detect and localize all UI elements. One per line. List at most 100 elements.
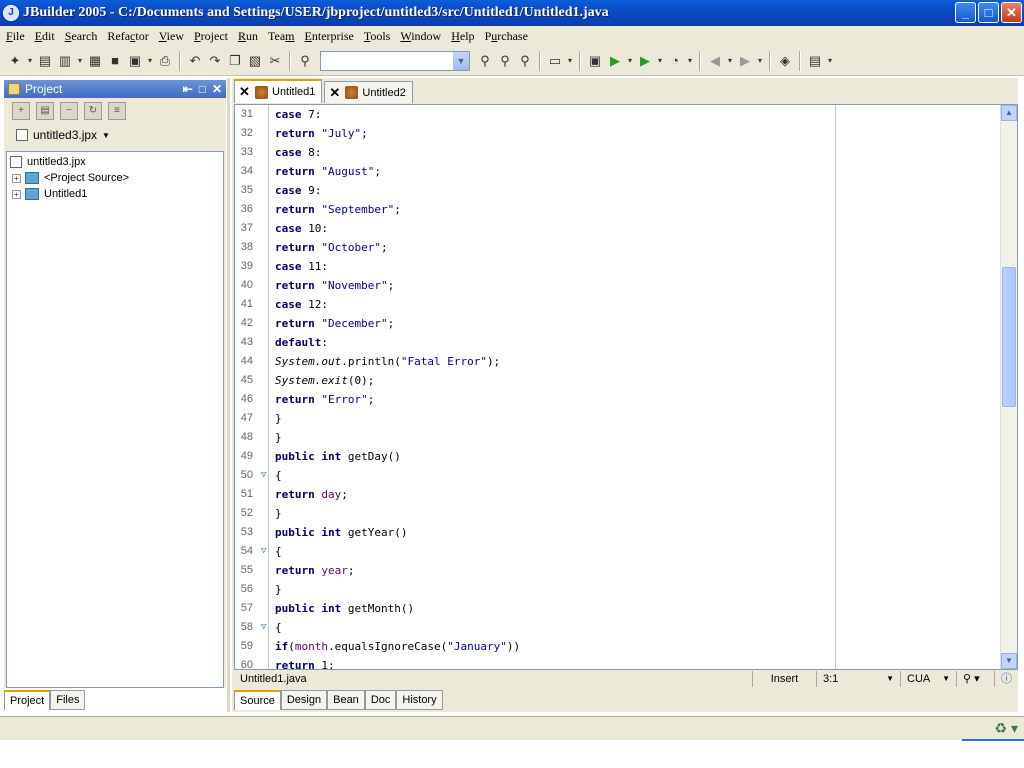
- reopen-icon[interactable]: ▦: [86, 52, 104, 70]
- layout-dropdown-icon[interactable]: ▾: [826, 52, 834, 70]
- code-line[interactable]: 35 case 9:: [235, 181, 835, 200]
- zoom-icon[interactable]: ⚲ ▾: [956, 671, 994, 687]
- save-all-icon[interactable]: ▣: [126, 52, 144, 70]
- code-line[interactable]: 57 public int getMonth(): [235, 599, 835, 618]
- menu-tools[interactable]: Tools: [360, 29, 397, 44]
- new-icon[interactable]: ✦: [6, 52, 24, 70]
- code-line[interactable]: 46 return "Error";: [235, 390, 835, 409]
- copy-icon[interactable]: ❐: [226, 52, 244, 70]
- make-icon[interactable]: ▭: [546, 52, 564, 70]
- code-line[interactable]: 48}: [235, 428, 835, 447]
- menu-project[interactable]: Project: [190, 29, 234, 44]
- dock-icon[interactable]: ⇤: [183, 82, 193, 96]
- help-book-icon[interactable]: ◈: [776, 52, 794, 70]
- refresh-icon[interactable]: ↻: [84, 102, 102, 120]
- code-line[interactable]: 42 return "December";: [235, 314, 835, 333]
- code-line[interactable]: 55 return year;: [235, 561, 835, 580]
- chevron-down-icon[interactable]: ▼: [942, 671, 950, 687]
- search-replace-icon[interactable]: ⚲: [516, 52, 534, 70]
- code-line[interactable]: 39 case 11:: [235, 257, 835, 276]
- status-cursor-position[interactable]: 3:1 ▼: [816, 671, 900, 687]
- remove-icon[interactable]: −: [60, 102, 78, 120]
- open-dropdown-icon[interactable]: ▾: [76, 52, 84, 70]
- new-dropdown-icon[interactable]: ▾: [26, 52, 34, 70]
- code-line[interactable]: 32 return "July";: [235, 124, 835, 143]
- save-dropdown-icon[interactable]: ▾: [146, 52, 154, 70]
- info-icon[interactable]: ⓘ: [994, 671, 1014, 687]
- menu-search[interactable]: Search: [61, 29, 104, 44]
- tab-doc[interactable]: Doc: [364, 690, 397, 710]
- add-files-icon[interactable]: +: [12, 102, 30, 120]
- scroll-up-icon[interactable]: ▲: [1001, 105, 1017, 121]
- vertical-scrollbar[interactable]: ▲ ▼: [1000, 105, 1017, 669]
- minimize-button[interactable]: _: [955, 2, 976, 23]
- open-project-icon[interactable]: ▤: [36, 52, 54, 70]
- code-line[interactable]: 52}: [235, 504, 835, 523]
- fold-icon[interactable]: ▽: [261, 618, 266, 637]
- menu-window[interactable]: Window: [396, 29, 447, 44]
- structure-icon[interactable]: ≡: [108, 102, 126, 120]
- tree-node-root[interactable]: untitled3.jpx: [7, 154, 223, 170]
- optimize-icon[interactable]: ◔: [666, 52, 684, 70]
- menu-enterprise[interactable]: Enterprise: [301, 29, 360, 44]
- tab-untitled2[interactable]: ✕ Untitled2: [324, 81, 413, 103]
- maximize-button[interactable]: □: [978, 2, 999, 23]
- code-line[interactable]: 53 public int getYear(): [235, 523, 835, 542]
- project-selector[interactable]: untitled3.jpx ▼: [4, 124, 226, 146]
- redo-icon[interactable]: ↷: [206, 52, 224, 70]
- menu-run[interactable]: Run: [234, 29, 264, 44]
- code-editor[interactable]: 31 case 7: 32 return "July"; 33 case 8: 34 retu…: [234, 104, 1018, 670]
- chevron-down-icon[interactable]: ▼: [102, 131, 110, 140]
- fold-icon[interactable]: ▽: [261, 466, 266, 485]
- code-line[interactable]: 31 case 7:: [235, 105, 835, 124]
- debug-dropdown-icon[interactable]: ▾: [656, 52, 664, 70]
- layout-icon[interactable]: ▤: [806, 52, 824, 70]
- find-icon[interactable]: ⚲: [296, 52, 314, 70]
- fold-icon[interactable]: ▽: [261, 542, 266, 561]
- optimize-dropdown-icon[interactable]: ▾: [686, 52, 694, 70]
- menu-help[interactable]: Help: [447, 29, 480, 44]
- close-button[interactable]: ✕: [1001, 2, 1022, 23]
- print-icon[interactable]: ⎙: [156, 52, 174, 70]
- code-line[interactable]: 49 public int getDay(): [235, 447, 835, 466]
- code-line[interactable]: 54 ▽ {: [235, 542, 835, 561]
- make-dropdown-icon[interactable]: ▾: [566, 52, 574, 70]
- chevron-down-icon[interactable]: ▼: [886, 671, 894, 687]
- code-line[interactable]: 41 case 12:: [235, 295, 835, 314]
- code-line[interactable]: 37 case 10:: [235, 219, 835, 238]
- code-line[interactable]: 33 case 8:: [235, 143, 835, 162]
- code-line[interactable]: 36 return "September";: [235, 200, 835, 219]
- code-line[interactable]: 59 if(month.equalsIgnoreCase("January")): [235, 637, 835, 656]
- menu-edit[interactable]: Edit: [31, 29, 61, 44]
- code-line[interactable]: 58 ▽ {: [235, 618, 835, 637]
- status-insert-mode[interactable]: Insert: [752, 671, 816, 687]
- status-keymap[interactable]: CUA ▼: [900, 671, 956, 687]
- debug-icon[interactable]: ▶: [636, 52, 654, 70]
- close-tab-icon[interactable]: ✕: [329, 85, 341, 101]
- open-file-icon[interactable]: ▥: [56, 52, 74, 70]
- add-folder-icon[interactable]: ▤: [36, 102, 54, 120]
- tab-bean[interactable]: Bean: [327, 690, 365, 710]
- run-config-icon[interactable]: ▣: [586, 52, 604, 70]
- code-line[interactable]: 45 System.exit(0);: [235, 371, 835, 390]
- code-line[interactable]: 34 return "August";: [235, 162, 835, 181]
- tree-node-untitled1[interactable]: + Untitled1: [7, 186, 223, 202]
- run-dropdown-icon[interactable]: ▾: [626, 52, 634, 70]
- code-line[interactable]: 51 return day;: [235, 485, 835, 504]
- tab-history[interactable]: History: [396, 690, 443, 710]
- forward-icon[interactable]: ▶: [736, 52, 754, 70]
- forward-dropdown-icon[interactable]: ▾: [756, 52, 764, 70]
- code-line[interactable]: 43 default:: [235, 333, 835, 352]
- search-combo[interactable]: ▼: [320, 50, 470, 71]
- close-tab-icon[interactable]: ✕: [239, 84, 251, 100]
- tab-project[interactable]: Project: [4, 690, 51, 710]
- expand-icon[interactable]: +: [12, 173, 21, 183]
- code-line[interactable]: 50 ▽ {: [235, 466, 835, 485]
- scroll-down-icon[interactable]: ▼: [1001, 653, 1017, 669]
- code-line[interactable]: 38 return "October";: [235, 238, 835, 257]
- jbuilder-app-icon[interactable]: J: [3, 5, 19, 21]
- tab-source[interactable]: Source: [234, 690, 281, 710]
- search-next-icon[interactable]: ⚲: [496, 52, 514, 70]
- back-icon[interactable]: ◀: [706, 52, 724, 70]
- code-line[interactable]: 60 return 1;: [235, 656, 835, 669]
